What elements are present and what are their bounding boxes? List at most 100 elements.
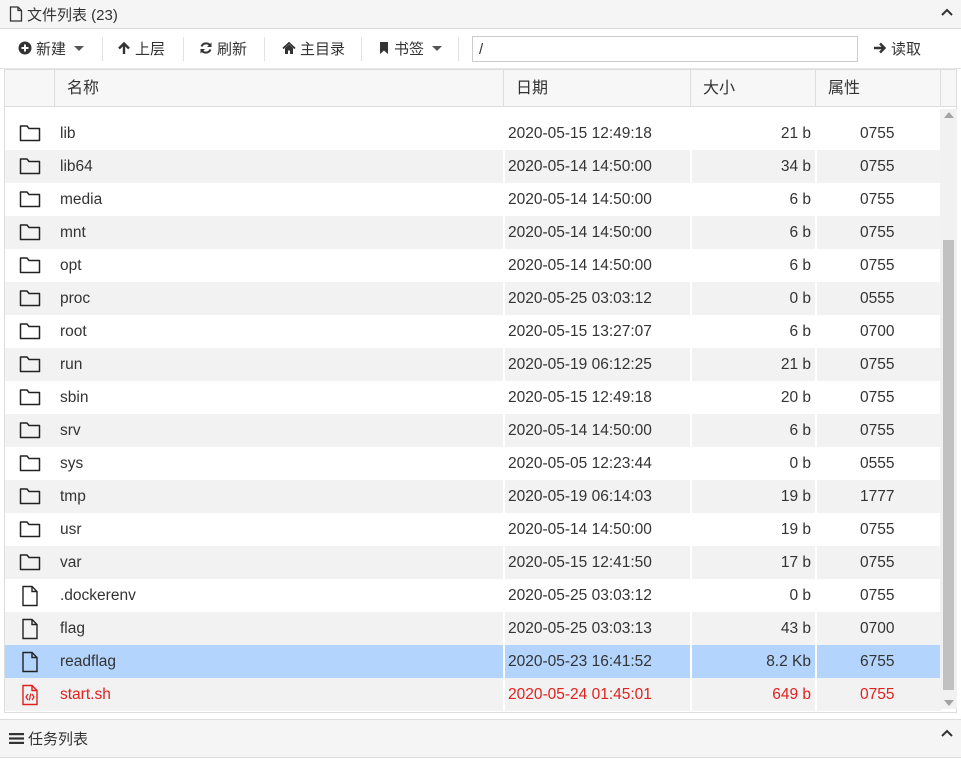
bookmark-dropdown-button[interactable]: 书签 — [378, 37, 443, 59]
file-name[interactable]: mnt — [60, 216, 86, 249]
task-list-title: 任务列表 — [9, 728, 88, 749]
folder-icon — [19, 189, 41, 209]
file-name[interactable]: flag — [60, 612, 85, 645]
file-size: 0 b — [789, 290, 811, 307]
new-dropdown-button[interactable]: 新建 — [18, 37, 85, 59]
file-size: 19 b — [780, 521, 811, 538]
scrollbar-thumb[interactable] — [943, 240, 954, 690]
path-input[interactable] — [472, 36, 858, 62]
folder-icon — [19, 519, 41, 539]
file-attr: 0755 — [860, 158, 895, 175]
folder-icon — [19, 486, 41, 506]
grid-header: 名称 日期 大小 属性 — [5, 70, 956, 107]
table-row[interactable]: media 2020-05-14 14:50:00 6 b 0755 — [5, 183, 941, 216]
file-icon — [19, 618, 41, 640]
table-row[interactable] — [5, 107, 941, 115]
table-row[interactable]: .dockerenv 2020-05-25 03:03:12 0 b 0755 — [5, 579, 941, 612]
folder-icon — [19, 288, 41, 308]
file-date: 2020-05-15 12:49:18 — [508, 125, 652, 142]
table-row[interactable]: opt 2020-05-14 14:50:00 6 b 0755 — [5, 249, 941, 282]
file-name[interactable]: sbin — [60, 381, 88, 414]
table-row[interactable]: lib64 2020-05-14 14:50:00 34 b 0755 — [5, 150, 941, 183]
home-label: 主目录 — [300, 40, 346, 58]
table-row[interactable]: start.sh 2020-05-24 01:45:01 649 b 0755 — [5, 678, 941, 711]
chevron-up-icon — [941, 729, 953, 737]
table-row[interactable]: mnt 2020-05-14 14:50:00 6 b 0755 — [5, 216, 941, 249]
refresh-button[interactable]: 刷新 — [199, 37, 247, 59]
task-list-title-text: 任务列表 — [28, 731, 89, 748]
table-row[interactable]: root 2020-05-15 13:27:07 6 b 0700 — [5, 315, 941, 348]
column-header-attr[interactable]: 属性 — [816, 70, 941, 106]
file-name[interactable]: lib — [60, 117, 76, 150]
file-name[interactable]: readflag — [60, 645, 116, 678]
file-size: 6 b — [789, 323, 811, 340]
collapse-panel-button[interactable] — [939, 4, 955, 20]
file-name[interactable]: tmp — [60, 480, 86, 513]
read-button[interactable]: 读取 — [873, 37, 921, 59]
column-header-date[interactable]: 日期 — [504, 70, 691, 106]
scroll-up-arrow[interactable] — [944, 112, 954, 118]
code-file-icon — [19, 684, 41, 706]
file-attr: 0700 — [860, 620, 895, 637]
table-row[interactable]: tmp 2020-05-19 06:14:03 19 b 1777 — [5, 480, 941, 513]
file-date: 2020-05-19 06:12:25 — [508, 356, 652, 373]
file-name[interactable]: proc — [60, 282, 90, 315]
column-header-size[interactable]: 大小 — [691, 70, 816, 106]
file-name[interactable]: usr — [60, 513, 82, 546]
up-level-button[interactable]: 上层 — [117, 37, 165, 59]
file-attr: 0755 — [860, 224, 895, 241]
file-date: 2020-05-15 12:49:18 — [508, 389, 652, 406]
folder-icon — [19, 354, 41, 374]
file-size: 649 b — [772, 686, 811, 703]
collapse-panel-button[interactable] — [939, 725, 955, 741]
table-row[interactable]: flag 2020-05-25 03:03:13 43 b 0700 — [5, 612, 941, 645]
table-row[interactable]: lib 2020-05-15 12:49:18 21 b 0755 — [5, 117, 941, 150]
table-row[interactable]: run 2020-05-19 06:12:25 21 b 0755 — [5, 348, 941, 381]
table-row[interactable]: sys 2020-05-05 12:23:44 0 b 0555 — [5, 447, 941, 480]
table-row[interactable]: srv 2020-05-14 14:50:00 6 b 0755 — [5, 414, 941, 447]
file-size: 6 b — [789, 191, 811, 208]
file-attr: 0755 — [860, 686, 895, 703]
file-name[interactable]: .dockerenv — [60, 579, 136, 612]
table-row[interactable]: readflag 2020-05-23 16:41:52 8.2 Kb 6755 — [5, 645, 941, 678]
file-size: 6 b — [789, 257, 811, 274]
file-icon — [19, 585, 41, 607]
file-name[interactable]: start.sh — [60, 678, 111, 711]
scroll-down-arrow[interactable] — [944, 700, 954, 706]
file-attr: 0755 — [860, 587, 895, 604]
file-attr: 0755 — [860, 554, 895, 571]
file-date: 2020-05-15 13:27:07 — [508, 323, 652, 340]
file-size: 34 b — [780, 158, 811, 175]
file-name[interactable]: sys — [60, 447, 83, 480]
file-name[interactable]: media — [60, 183, 102, 216]
toolbar: 新建 上层 刷新 主目录 书签 / 读取 — [0, 29, 961, 69]
file-name[interactable]: var — [60, 546, 82, 579]
table-row[interactable]: var 2020-05-15 12:41:50 17 b 0755 — [5, 546, 941, 579]
folder-icon — [19, 552, 41, 572]
table-row[interactable]: sbin 2020-05-15 12:49:18 20 b 0755 — [5, 381, 941, 414]
file-size: 8.2 Kb — [766, 653, 811, 670]
file-name[interactable]: run — [60, 348, 82, 381]
chevron-up-icon — [941, 8, 953, 16]
file-name[interactable]: opt — [60, 249, 82, 282]
toolbar-divider — [458, 37, 459, 61]
vertical-scrollbar[interactable] — [940, 109, 957, 709]
file-name[interactable]: srv — [60, 414, 81, 447]
folder-icon — [19, 257, 41, 274]
folder-icon — [19, 321, 41, 341]
folder-icon — [19, 420, 41, 440]
folder-icon — [19, 107, 41, 108]
home-button[interactable]: 主目录 — [282, 37, 345, 59]
folder-icon — [19, 422, 41, 439]
up-level-label: 上层 — [135, 40, 166, 58]
file-attr: 0755 — [860, 191, 895, 208]
table-row[interactable]: proc 2020-05-25 03:03:12 0 b 0555 — [5, 282, 941, 315]
folder-icon — [19, 290, 41, 307]
table-row[interactable]: usr 2020-05-14 14:50:00 19 b 0755 — [5, 513, 941, 546]
folder-icon — [19, 224, 41, 241]
column-header-name[interactable]: 名称 — [55, 70, 504, 106]
column-divider — [503, 107, 505, 712]
file-name[interactable]: root — [60, 315, 87, 348]
folder-icon — [19, 389, 41, 406]
file-name[interactable]: lib64 — [60, 150, 93, 183]
